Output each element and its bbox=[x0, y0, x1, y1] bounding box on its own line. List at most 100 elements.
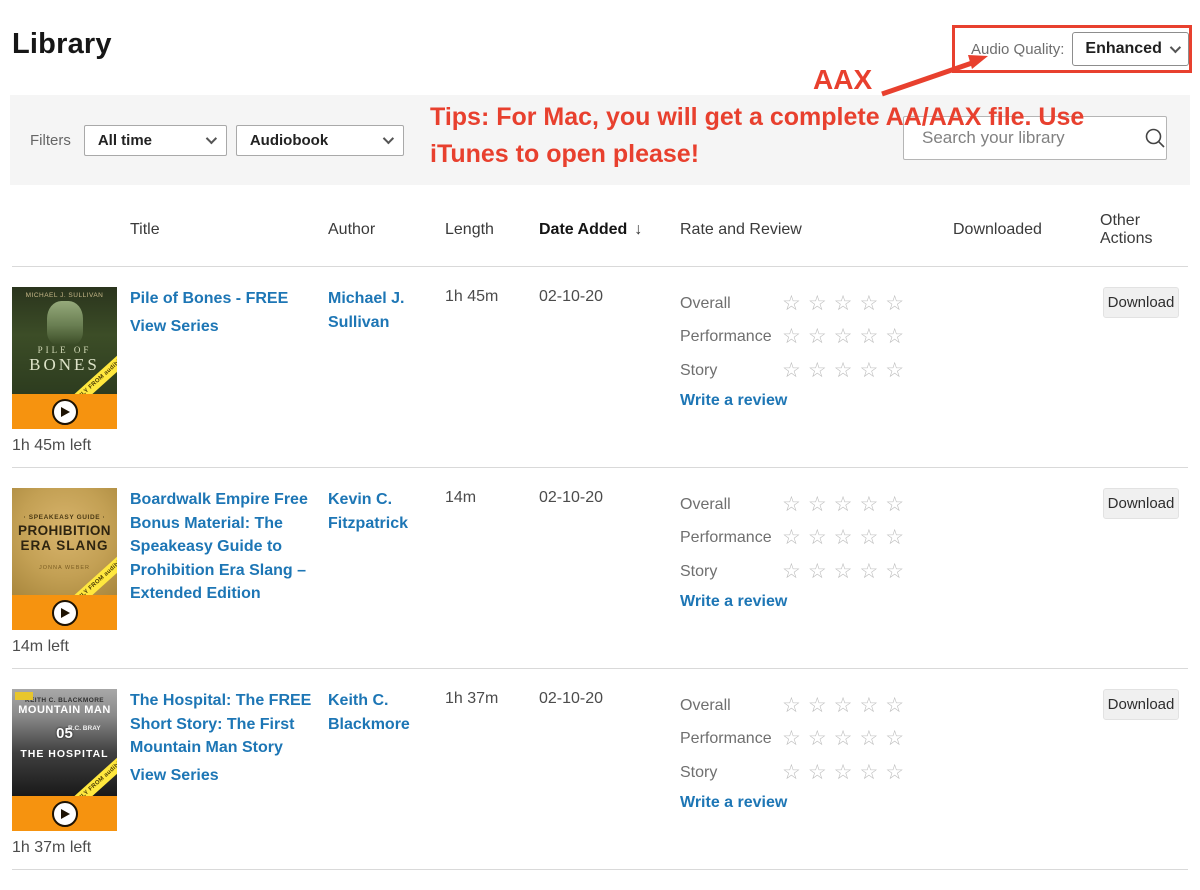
time-left-label: 14m left bbox=[12, 638, 69, 655]
content-type-dropdown[interactable]: Audiobook bbox=[235, 124, 404, 156]
table-row: · SPEAKEASY GUIDE · PROHIBITION ERA SLAN… bbox=[12, 468, 1188, 669]
book-title-link[interactable]: Boardwalk Empire Free Bonus Material: Th… bbox=[130, 488, 312, 606]
rate-and-review-cell: Overall ☆☆☆☆☆ Performance ☆☆☆☆☆ Story ☆☆☆☆☆… bbox=[680, 689, 953, 812]
time-range-dropdown[interactable]: All time bbox=[83, 124, 227, 156]
library-search-box bbox=[903, 116, 1167, 160]
rating-label-story: Story bbox=[680, 763, 718, 781]
table-row: MICHAEL J. SULLIVAN PILE OF BONES ONLY F… bbox=[12, 267, 1188, 468]
rating-label-story: Story bbox=[680, 361, 718, 379]
cover-title-text: MOUNTAIN MAN bbox=[18, 704, 111, 716]
header-date-added[interactable]: Date Added ↓ bbox=[539, 221, 680, 239]
library-page: Library Audio Quality: Enhanced Filters … bbox=[0, 0, 1200, 890]
header-author: Author bbox=[328, 221, 376, 238]
header-other-actions: Other Actions bbox=[1100, 212, 1153, 247]
rating-label-performance: Performance bbox=[680, 529, 772, 547]
cover-art: KEITH C. BLACKMORE MOUNTAIN MAN 05 R.C. … bbox=[12, 689, 117, 796]
rating-label-performance: Performance bbox=[680, 730, 772, 748]
cover-player-bar bbox=[12, 595, 117, 630]
book-cover[interactable]: · SPEAKEASY GUIDE · PROHIBITION ERA SLAN… bbox=[12, 488, 117, 656]
star-rating-story[interactable]: ☆☆☆☆☆ bbox=[782, 561, 911, 582]
play-icon bbox=[61, 406, 70, 417]
filter-bar: Filters All time Audiobook bbox=[10, 95, 1190, 185]
star-rating-overall[interactable]: ☆☆☆☆☆ bbox=[782, 293, 911, 314]
chevron-down-icon bbox=[205, 132, 217, 145]
play-button[interactable] bbox=[51, 398, 78, 425]
date-added-value: 02-10-20 bbox=[539, 489, 604, 506]
cover-author-text: · SPEAKEASY GUIDE · bbox=[23, 514, 106, 521]
audio-quality-dropdown[interactable]: Enhanced bbox=[1072, 32, 1189, 66]
rating-label-overall: Overall bbox=[680, 696, 731, 714]
view-series-link[interactable]: View Series bbox=[130, 318, 219, 336]
download-button[interactable]: Download bbox=[1103, 689, 1179, 720]
write-review-link[interactable]: Write a review bbox=[680, 593, 787, 611]
play-icon bbox=[61, 607, 70, 618]
author-link[interactable]: Keith C. Blackmore bbox=[328, 692, 410, 733]
audio-quality-label: Audio Quality: bbox=[971, 40, 1065, 58]
book-cover[interactable]: MICHAEL J. SULLIVAN PILE OF BONES ONLY F… bbox=[12, 287, 117, 455]
time-range-value: All time bbox=[97, 131, 153, 149]
time-left-label: 1h 45m left bbox=[12, 437, 92, 454]
rating-label-performance: Performance bbox=[680, 328, 772, 346]
search-input[interactable] bbox=[910, 128, 1143, 148]
library-table: Title Author Length Date Added ↓ Rate and… bbox=[12, 190, 1188, 870]
audio-quality-value: Enhanced bbox=[1085, 40, 1162, 57]
header-downloaded: Downloaded bbox=[953, 221, 1042, 238]
star-rating-performance[interactable]: ☆☆☆☆☆ bbox=[782, 728, 911, 749]
search-icon[interactable] bbox=[1143, 126, 1167, 150]
audio-quality-annotation-box: Audio Quality: Enhanced bbox=[952, 25, 1192, 73]
star-rating-performance[interactable]: ☆☆☆☆☆ bbox=[782, 527, 911, 548]
star-rating-story[interactable]: ☆☆☆☆☆ bbox=[782, 360, 911, 381]
cover-narrator-text: R.C. BRAY bbox=[68, 725, 101, 732]
date-added-value: 02-10-20 bbox=[539, 690, 604, 707]
filters-label: Filters bbox=[30, 131, 71, 149]
star-rating-overall[interactable]: ☆☆☆☆☆ bbox=[782, 494, 911, 515]
cover-player-bar bbox=[12, 394, 117, 429]
play-button[interactable] bbox=[51, 599, 78, 626]
star-rating-story[interactable]: ☆☆☆☆☆ bbox=[782, 762, 911, 783]
annotation-aax-text: AAX bbox=[813, 64, 873, 95]
audible-ribbon: ONLY FROM audible bbox=[65, 549, 117, 595]
chevron-down-icon bbox=[382, 132, 394, 145]
header-date-added-label: Date Added bbox=[539, 221, 628, 238]
book-cover[interactable]: KEITH C. BLACKMORE MOUNTAIN MAN 05 R.C. … bbox=[12, 689, 117, 857]
star-rating-overall[interactable]: ☆☆☆☆☆ bbox=[782, 695, 911, 716]
page-title: Library bbox=[12, 28, 112, 60]
cover-corner-tag bbox=[15, 692, 33, 700]
length-value: 14m bbox=[445, 489, 477, 506]
rating-label-overall: Overall bbox=[680, 294, 731, 312]
write-review-link[interactable]: Write a review bbox=[680, 794, 787, 812]
book-title-link[interactable]: The Hospital: The FREE Short Story: The … bbox=[130, 689, 312, 760]
play-icon bbox=[61, 808, 70, 819]
header-title: Title bbox=[130, 221, 160, 238]
table-header-row: Title Author Length Date Added ↓ Rate and… bbox=[12, 190, 1188, 267]
cover-title-text: PILE OF bbox=[37, 345, 92, 355]
book-title-link[interactable]: Pile of Bones - FREE bbox=[130, 287, 312, 311]
view-series-link[interactable]: View Series bbox=[130, 767, 219, 785]
cover-art: MICHAEL J. SULLIVAN PILE OF BONES ONLY F… bbox=[12, 287, 117, 394]
cover-player-bar bbox=[12, 796, 117, 831]
download-button[interactable]: Download bbox=[1103, 287, 1179, 318]
cover-title-text: THE HOSPITAL bbox=[20, 748, 109, 760]
sort-descending-icon: ↓ bbox=[634, 221, 643, 238]
cover-art: · SPEAKEASY GUIDE · PROHIBITION ERA SLAN… bbox=[12, 488, 117, 595]
rate-and-review-cell: Overall ☆☆☆☆☆ Performance ☆☆☆☆☆ Story ☆☆☆☆☆… bbox=[680, 488, 953, 611]
cover-art-waterfall bbox=[46, 301, 83, 345]
rate-and-review-cell: Overall ☆☆☆☆☆ Performance ☆☆☆☆☆ Story ☆☆☆☆☆… bbox=[680, 287, 953, 410]
page-header: Library Audio Quality: Enhanced Filters … bbox=[0, 0, 1200, 190]
author-link[interactable]: Michael J. Sullivan bbox=[328, 290, 404, 331]
header-length: Length bbox=[445, 221, 494, 238]
write-review-link[interactable]: Write a review bbox=[680, 392, 787, 410]
author-link[interactable]: Kevin C. Fitzpatrick bbox=[328, 491, 408, 532]
play-button[interactable] bbox=[51, 800, 78, 827]
cover-title-text: ERA SLANG bbox=[20, 538, 109, 553]
time-left-label: 1h 37m left bbox=[12, 839, 92, 856]
rating-label-overall: Overall bbox=[680, 495, 731, 513]
length-value: 1h 45m bbox=[445, 288, 499, 305]
table-row: KEITH C. BLACKMORE MOUNTAIN MAN 05 R.C. … bbox=[12, 669, 1188, 870]
cover-author-text: MICHAEL J. SULLIVAN bbox=[25, 292, 104, 299]
cover-number-zero: 0 bbox=[56, 725, 65, 742]
download-button[interactable]: Download bbox=[1103, 488, 1179, 519]
cover-title-text: PROHIBITION bbox=[18, 523, 111, 538]
star-rating-performance[interactable]: ☆☆☆☆☆ bbox=[782, 326, 911, 347]
rating-label-story: Story bbox=[680, 562, 718, 580]
